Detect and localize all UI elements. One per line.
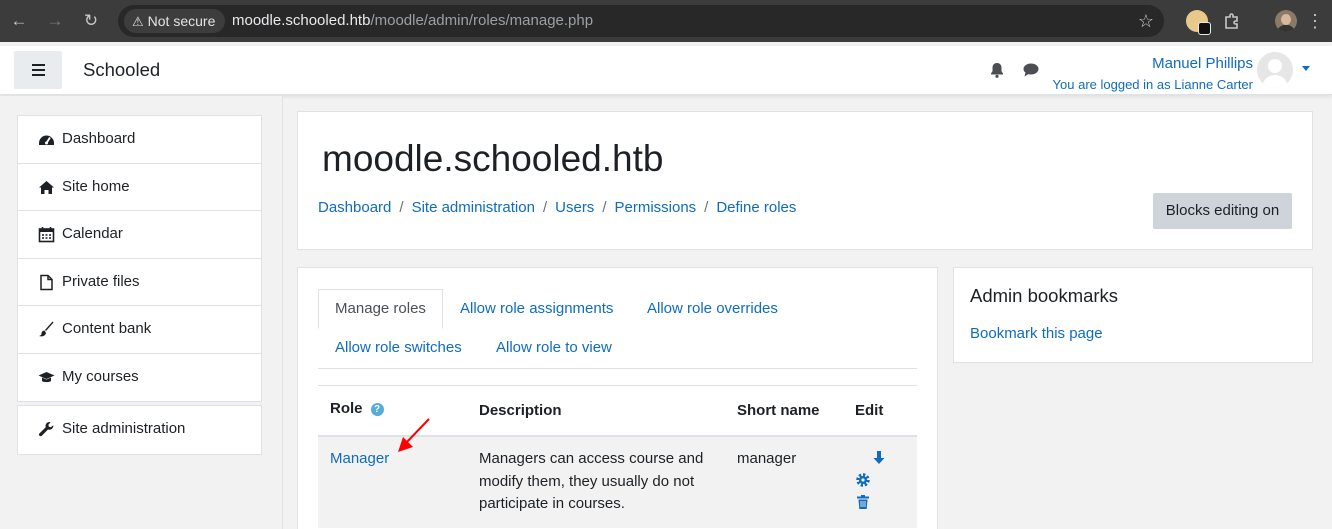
browser-menu-icon[interactable]: ⋮ [1306,11,1324,31]
site-brand[interactable]: Schooled [83,59,160,81]
column-header-short-name: Short name [737,402,820,419]
reload-icon[interactable]: ↻ [81,11,101,31]
nav-item-label: Site home [62,177,130,195]
column-header-description: Description [479,402,562,419]
home-icon [39,180,54,194]
role-description: Managers can access course and modify th… [479,450,704,512]
tab-allow-role-to-view[interactable]: Allow role to view [496,339,612,356]
nav-item-label: Private files [62,272,140,290]
moodle-navbar: Schooled Manuel Phillips You are logged … [0,46,1332,95]
nav-item-site-administration[interactable]: Site administration [18,406,261,454]
warning-icon: ⚠ [132,14,144,29]
trash-icon[interactable] [855,494,871,510]
breadcrumb-permissions[interactable]: Permissions [614,199,696,216]
chevron-down-icon[interactable] [1302,66,1310,71]
bookmark-this-page-link[interactable]: Bookmark this page [970,325,1103,342]
nav-item-site-home[interactable]: Site home [18,164,261,211]
nav-item-label: Calendar [62,225,123,242]
tab-allow-role-assignments[interactable]: Allow role assignments [460,300,613,317]
calendar-icon [38,227,55,243]
breadcrumb-separator: / [399,199,404,216]
url-text[interactable]: moodle.schooled.htb/moodle/admin/roles/m… [232,5,593,37]
tabs-divider [318,368,917,369]
browser-toolbar: ← → ↻ ⚠ Not secure moodle.schooled.htb/mo… [0,0,1332,42]
messages-bubble-icon[interactable] [1022,61,1040,79]
role-name-link[interactable]: Manager [330,448,389,471]
dashboard-icon [39,135,54,145]
column-header-edit: Edit [855,402,884,419]
arrow-down-icon[interactable] [871,450,887,466]
breadcrumb-site-administration[interactable]: Site administration [412,199,535,216]
nav-item-label: My courses [62,367,139,385]
blocks-editing-button[interactable]: Blocks editing on [1153,193,1292,229]
tab-allow-role-switches[interactable]: Allow role switches [335,339,462,356]
file-icon [40,274,53,290]
tab-allow-role-overrides[interactable]: Allow role overrides [647,300,778,317]
main-region-card: Manage roles Allow role assignments Allo… [297,267,938,529]
block-title: Admin bookmarks [970,285,1119,306]
nav-item-label: Site administration [62,420,186,437]
admin-bookmarks-block: Admin bookmarks Bookmark this page [953,267,1313,363]
page-title: moodle.schooled.htb [322,138,664,179]
breadcrumb-separator: / [704,199,709,216]
nav-drawer: Dashboard Site home Calendar Private fil… [0,96,283,529]
breadcrumb-dashboard[interactable]: Dashboard [318,199,391,216]
tab-manage-roles[interactable]: Manage roles [318,289,443,329]
breadcrumb-users[interactable]: Users [555,199,594,216]
nav-item-private-files[interactable]: Private files [18,259,261,306]
table-top-border [318,385,917,386]
breadcrumb: Dashboard / Site administration / Users / Perm… [318,199,796,216]
help-icon[interactable]: ? [370,403,384,416]
gear-icon[interactable] [855,472,871,488]
role-short-name: manager [737,450,797,467]
graduation-cap-icon [38,371,55,382]
page-header-card: moodle.schooled.htb Dashboard / Site admin… [297,111,1313,250]
nav-item-label: Dashboard [62,130,136,147]
nav-item-dashboard[interactable]: Dashboard [18,116,261,164]
nav-item-content-bank[interactable]: Content bank [18,306,261,354]
security-indicator[interactable]: ⚠ Not secure [124,9,226,33]
wrench-icon [39,422,54,437]
forward-icon[interactable]: → [45,11,65,31]
logged-in-as-text[interactable]: You are logged in as Lianne Carter [1053,77,1253,92]
back-icon[interactable]: ← [9,11,29,31]
address-bar[interactable]: ⚠ Not secure moodle.schooled.htb/moodle/a… [118,5,1164,37]
user-menu-name[interactable]: Manuel Phillips [1152,55,1253,72]
breadcrumb-define-roles[interactable]: Define roles [716,199,796,216]
extensions-puzzle-icon[interactable] [1221,10,1243,32]
drawer-toggle-button[interactable] [14,51,62,89]
nav-drawer-main-group: Dashboard Site home Calendar Private fil… [17,115,262,402]
user-avatar[interactable] [1257,52,1293,88]
nav-item-calendar[interactable]: Calendar [18,211,261,259]
nav-item-label: Content bank [62,320,152,337]
breadcrumb-separator: / [542,199,548,216]
profile-avatar-icon[interactable] [1275,10,1297,32]
bookmark-star-icon[interactable]: ☆ [1138,11,1154,31]
annotation-arrow-icon [398,418,430,452]
breadcrumb-separator: / [602,199,607,216]
cookie-extension-icon[interactable] [1186,10,1211,35]
notifications-bell-icon[interactable] [988,61,1006,79]
paintbrush-icon [39,321,54,337]
nav-item-my-courses[interactable]: My courses [18,354,261,402]
nav-drawer-admin-group: Site administration [17,405,262,455]
column-header-role: Role? [330,400,384,417]
